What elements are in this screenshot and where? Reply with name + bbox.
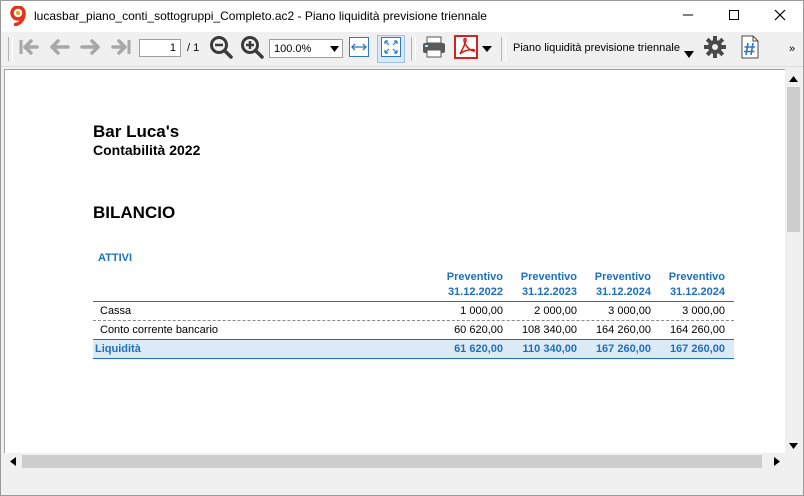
- title-bar: lucasbar_piano_conti_sottogruppi_Complet…: [1, 1, 803, 32]
- banana-app-icon: [9, 5, 27, 27]
- column-header-date: 31.12.2022: [447, 286, 503, 298]
- row-value: 2 000,00: [534, 305, 577, 317]
- vertical-scroll-thumb[interactable]: [787, 87, 800, 232]
- column-header: Preventivo: [446, 271, 503, 283]
- status-bar: [1, 471, 803, 495]
- total-value: 167 260,00: [595, 343, 651, 355]
- horizontal-scroll-thumb[interactable]: [22, 455, 762, 468]
- zoom-in-button[interactable]: [238, 35, 266, 63]
- scroll-down-button[interactable]: [785, 436, 802, 453]
- app-window: lucasbar_piano_conti_sottogruppi_Complet…: [0, 0, 804, 496]
- caret-down-icon: [482, 40, 492, 58]
- fit-width-button[interactable]: [346, 35, 372, 63]
- arrow-left-icon: [48, 37, 70, 62]
- report-select[interactable]: Piano liquidità previsione triennale: [508, 37, 698, 61]
- row-value: 60 620,00: [454, 324, 503, 336]
- column-header-date: 31.12.2024: [669, 286, 725, 298]
- previous-page-button[interactable]: [46, 35, 72, 63]
- table-row: Conto corrente bancario 60 620,00 108 34…: [93, 321, 734, 339]
- pdf-icon: [454, 34, 478, 64]
- report-company: Bar Luca's: [93, 122, 180, 141]
- hash-document-icon: [740, 35, 760, 64]
- zoom-select[interactable]: 100.0%: [269, 39, 343, 58]
- report-section-title: BILANCIO: [93, 203, 176, 222]
- settings-button[interactable]: [701, 35, 729, 63]
- fit-page-button[interactable]: [377, 35, 405, 63]
- zoom-value: 100.0%: [274, 43, 312, 55]
- column-header-date: 31.12.2024: [595, 286, 651, 298]
- vertical-scrollbar[interactable]: [785, 69, 802, 469]
- toolbar-separator: [501, 37, 506, 61]
- minimize-icon: [682, 8, 694, 26]
- row-value: 3 000,00: [682, 305, 725, 317]
- window-title: lucasbar_piano_conti_sottogruppi_Complet…: [34, 9, 487, 23]
- table-row: Cassa 1 000,00 2 000,00 3 000,00 3 000,0…: [93, 302, 734, 321]
- column-header-date: 31.12.2023: [521, 286, 577, 298]
- triangle-right-icon: [773, 453, 780, 471]
- maximize-button[interactable]: [711, 1, 757, 32]
- triangle-left-icon: [9, 453, 16, 471]
- row-value: 108 340,00: [521, 324, 577, 336]
- column-header: Preventivo: [668, 271, 725, 283]
- zoom-out-icon: [209, 35, 233, 64]
- export-pdf-button[interactable]: [452, 34, 480, 64]
- maximize-icon: [728, 8, 740, 26]
- next-page-button[interactable]: [78, 35, 104, 63]
- close-icon: [774, 8, 786, 26]
- zoom-in-icon: [240, 35, 264, 64]
- print-button[interactable]: [420, 35, 448, 63]
- chevron-down-icon: [326, 40, 342, 57]
- toolbar-separator: [411, 37, 416, 61]
- toolbar-overflow-button[interactable]: »: [785, 35, 799, 63]
- total-row: Liquidità 61 620,00 110 340,00 167 260,0…: [93, 339, 734, 359]
- first-page-icon: [18, 37, 40, 62]
- horizontal-scrollbar[interactable]: [4, 453, 785, 470]
- report-group-title: ATTIVI: [98, 252, 133, 264]
- report-subtitle: Contabilità 2022: [93, 142, 201, 158]
- total-value: 110 340,00: [522, 343, 577, 355]
- column-header: Preventivo: [520, 271, 577, 283]
- report-select-value: Piano liquidità previsione triennale: [513, 42, 680, 54]
- row-value: 164 260,00: [595, 324, 651, 336]
- last-page-icon: [110, 37, 132, 62]
- edit-report-button[interactable]: [737, 35, 763, 63]
- fit-width-icon: [348, 36, 370, 63]
- zoom-out-button[interactable]: [207, 35, 235, 63]
- row-value: 3 000,00: [608, 305, 651, 317]
- toolbar-grip[interactable]: [8, 37, 13, 61]
- total-value: 167 260,00: [669, 343, 725, 355]
- minimize-button[interactable]: [665, 1, 711, 32]
- scroll-up-button[interactable]: [785, 69, 802, 86]
- total-value: 61 620,00: [454, 343, 503, 355]
- last-page-button[interactable]: [108, 35, 134, 63]
- gear-icon: [703, 35, 727, 64]
- triangle-up-icon: [789, 69, 798, 87]
- row-label: Cassa: [100, 305, 132, 317]
- total-label: Liquidità: [95, 343, 141, 355]
- row-value: 164 260,00: [669, 324, 725, 336]
- scroll-left-button[interactable]: [4, 453, 21, 470]
- column-header: Preventivo: [594, 271, 651, 283]
- triangle-down-icon: [789, 436, 798, 454]
- report-preview: Bar Luca's Contabilità 2022 BILANCIO ATT…: [4, 69, 787, 455]
- close-button[interactable]: [757, 1, 803, 32]
- scroll-right-button[interactable]: [768, 453, 785, 470]
- fit-page-icon: [380, 36, 402, 63]
- first-page-button[interactable]: [17, 35, 41, 63]
- arrow-right-icon: [80, 37, 102, 62]
- export-dropdown-button[interactable]: [481, 35, 493, 63]
- caret-down-icon: [684, 45, 694, 63]
- printer-icon: [421, 35, 447, 64]
- row-label: Conto corrente bancario: [100, 324, 219, 336]
- row-value: 1 000,00: [460, 305, 503, 317]
- page-total-label: / 1: [187, 42, 200, 54]
- page-number-input[interactable]: 1: [139, 39, 181, 57]
